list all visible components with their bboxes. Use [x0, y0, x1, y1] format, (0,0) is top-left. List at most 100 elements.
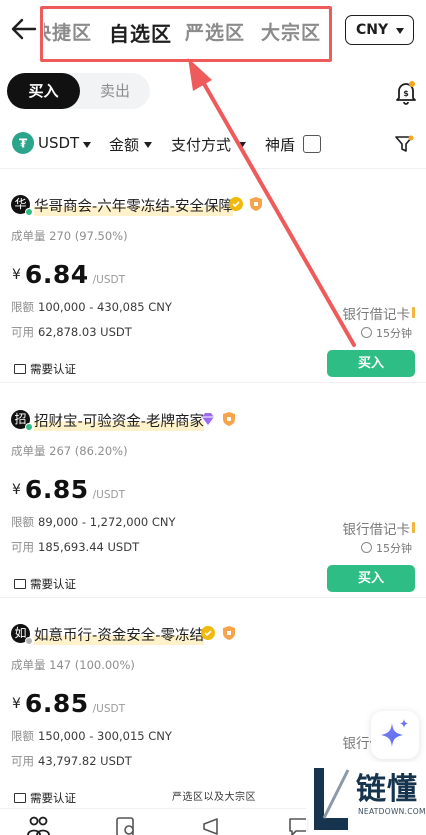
payment-method: 银行借记卡	[343, 303, 415, 323]
chevron-down-icon	[238, 142, 246, 148]
payment-time-limit: 15分钟	[361, 325, 412, 341]
chevron-down-icon	[83, 142, 91, 148]
price-row: ¥6.85/USDT	[12, 689, 125, 718]
merchant-name[interactable]: 如意币行-资金安全-零冻结	[34, 624, 204, 645]
price-row: ¥6.84/USDT	[12, 260, 125, 289]
coin-filter[interactable]: USDT	[38, 134, 79, 152]
currency-symbol: ¥	[12, 267, 21, 283]
bell-dollar-icon[interactable]: $	[394, 80, 418, 106]
bottom-hint-text: 严选区以及大宗区	[172, 792, 256, 803]
avatar[interactable]: 华	[11, 195, 33, 216]
available-row: 可用 185,693.44 USDT	[11, 539, 139, 555]
avatar[interactable]: 招	[11, 410, 33, 431]
buy-button[interactable]: 买入	[327, 350, 415, 377]
nav-ads-icon[interactable]	[200, 815, 224, 835]
avatar[interactable]: 如	[11, 624, 33, 645]
clock-icon	[361, 327, 372, 338]
price-unit: /USDT	[92, 703, 125, 715]
filter-funnel-icon[interactable]	[394, 134, 414, 154]
online-status-dot	[25, 208, 33, 216]
limit-label: 限额	[11, 729, 34, 743]
amount-filter[interactable]: 金额	[109, 134, 139, 155]
nav-orders-icon[interactable]	[114, 815, 138, 835]
price-value: 6.85	[24, 689, 89, 718]
time-limit-value: 15分钟	[376, 542, 412, 555]
merchant-card: 招 招财宝-可验资金-老牌商家 成单量 267 (86.20%) ¥6.85/U…	[0, 384, 426, 598]
price-unit: /USDT	[92, 489, 125, 501]
buy-button[interactable]: 买入	[327, 565, 415, 592]
annotation-highlight-box	[40, 6, 332, 62]
limit-value: 89,000 - 1,272,000 CNY	[38, 515, 176, 529]
id-card-icon	[14, 793, 26, 803]
limit-label: 限额	[11, 515, 34, 529]
merchant-name[interactable]: 招财宝-可验资金-老牌商家	[34, 410, 204, 431]
watermark-domain: NEATDOWN.COM	[358, 807, 426, 816]
verified-badge-icon	[201, 626, 215, 640]
ai-sparkle-icon	[381, 719, 408, 747]
limit-row: 限额 150,000 - 300,015 CNY	[11, 728, 172, 744]
available-value: 43,797.82 USDT	[38, 754, 132, 768]
verification-label: 需要认证	[30, 577, 76, 591]
shield-badge-icon	[250, 197, 262, 211]
card-divider	[0, 382, 426, 383]
buy-toggle-button[interactable]: 买入	[7, 73, 80, 109]
chevron-down-icon	[396, 28, 404, 34]
chevron-down-icon	[144, 142, 152, 148]
price-value: 6.85	[24, 475, 89, 504]
payment-method: 银行借记卡	[343, 518, 415, 538]
available-row: 可用 43,797.82 USDT	[11, 753, 132, 769]
order-count-value: 270 (97.50%)	[49, 229, 128, 243]
price-unit: /USDT	[92, 274, 125, 286]
svg-text:₮: ₮	[19, 137, 28, 151]
currency-symbol: ¥	[12, 696, 21, 712]
nav-p2p-icon[interactable]	[26, 815, 50, 835]
verification-label: 需要认证	[30, 791, 76, 805]
site-watermark: 链懂 NEATDOWN.COM	[306, 762, 426, 835]
top-header: 快捷区 自选区 严选区 大宗区 CNY	[0, 0, 426, 62]
order-count-label: 成单量	[11, 658, 46, 672]
available-value: 62,878.03 USDT	[38, 325, 132, 339]
offline-status-dot	[25, 637, 33, 645]
merchant-name[interactable]: 华哥商会-六年零冻结-安全保障	[34, 195, 233, 216]
order-count-label: 成单量	[11, 229, 46, 243]
watermark-brand-text: 链懂	[356, 772, 418, 807]
order-count-value: 267 (86.20%)	[49, 444, 128, 458]
shield-badge-icon	[223, 412, 235, 426]
sell-toggle-button[interactable]: 卖出	[85, 73, 145, 109]
order-stats: 成单量 270 (97.50%)	[11, 228, 128, 244]
shield-filter-label: 神盾	[265, 136, 296, 154]
price-row: ¥6.85/USDT	[12, 475, 125, 504]
available-value: 185,693.44 USDT	[38, 540, 140, 554]
verified-badge-icon	[229, 197, 243, 211]
filter-bar: ₮ USDT 金额 支付方式 神盾	[0, 128, 426, 162]
limit-value: 150,000 - 300,015 CNY	[38, 729, 172, 743]
diamond-badge-icon	[202, 413, 214, 425]
back-arrow-icon[interactable]	[10, 16, 38, 42]
price-value: 6.84	[24, 260, 89, 289]
currency-symbol: ¥	[12, 482, 21, 498]
available-label: 可用	[11, 754, 34, 768]
available-label: 可用	[11, 325, 34, 339]
usdt-icon: ₮	[12, 132, 34, 154]
online-status-dot	[25, 423, 33, 431]
clock-icon	[361, 542, 372, 553]
payment-time-limit: 15分钟	[361, 540, 412, 556]
verification-required: 需要认证	[14, 576, 76, 592]
time-limit-value: 15分钟	[376, 327, 412, 340]
shield-checkbox[interactable]	[303, 135, 321, 153]
order-stats: 成单量 267 (86.20%)	[11, 443, 128, 459]
limit-value: 100,000 - 430,085 CNY	[38, 300, 172, 314]
payment-filter[interactable]: 支付方式	[171, 134, 231, 155]
verification-required: 需要认证	[14, 361, 76, 377]
brand-logo-icon	[314, 768, 350, 830]
ai-assistant-button[interactable]	[371, 711, 419, 759]
order-stats: 成单量 147 (100.00%)	[11, 657, 135, 673]
available-row: 可用 62,878.03 USDT	[11, 324, 132, 340]
merchant-card: 华 华哥商会-六年零冻结-安全保障 成单量 270 (97.50%) ¥6.84…	[0, 169, 426, 383]
svg-text:$: $	[403, 89, 409, 98]
currency-selector[interactable]: CNY	[345, 15, 414, 45]
order-count-value: 147 (100.00%)	[49, 658, 135, 672]
verification-label: 需要认证	[30, 362, 76, 376]
limit-row: 限额 89,000 - 1,272,000 CNY	[11, 514, 176, 530]
available-label: 可用	[11, 540, 34, 554]
